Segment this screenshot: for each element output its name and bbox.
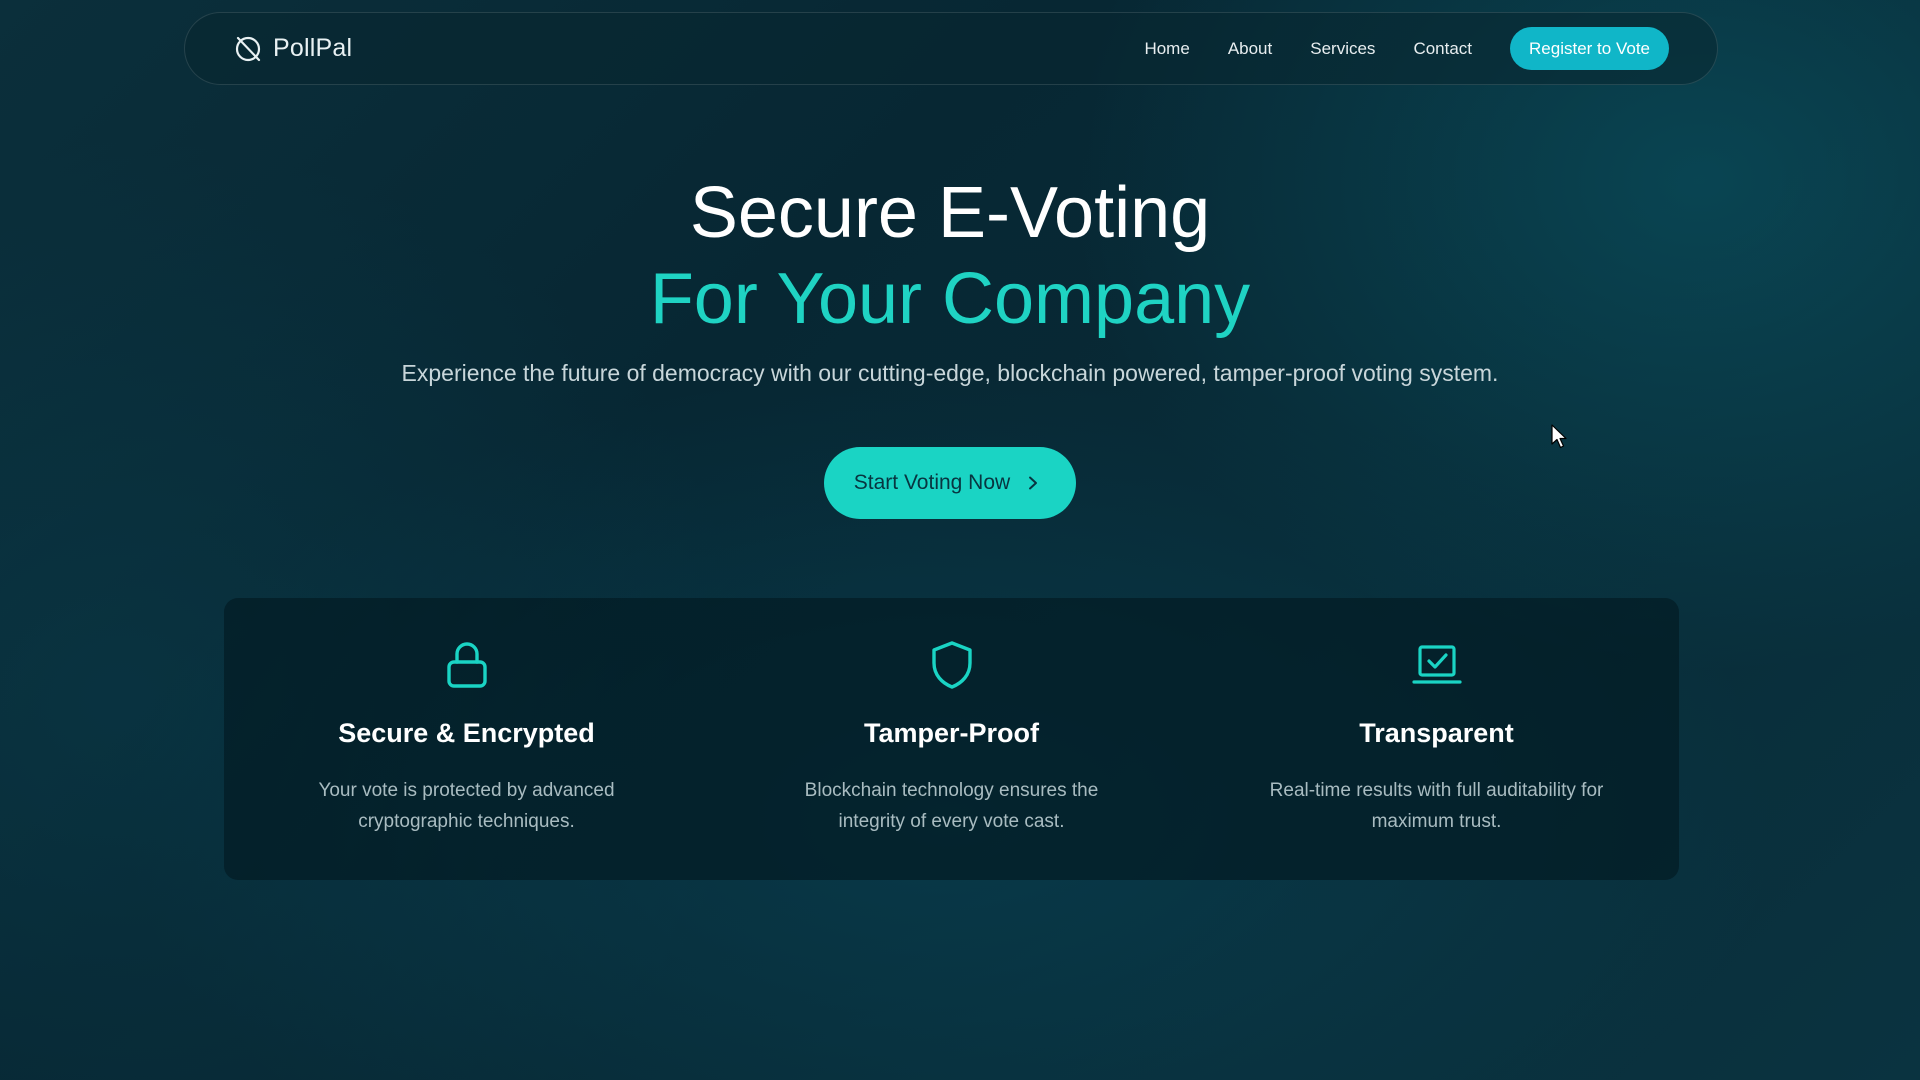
nav-menu: Home About Services Contact Register to … [1144,27,1669,70]
hero-title: Secure E-Voting [689,173,1211,253]
mouse-cursor-icon [1550,424,1568,450]
start-voting-button[interactable]: Start Voting Now [823,447,1077,519]
register-to-vote-button[interactable]: Register to Vote [1510,27,1669,70]
cta-wrap: Start Voting Now [0,447,1900,519]
feature-description: Real-time results with full auditability… [1269,780,1604,832]
feature-card-transparent: Transparent Real-time results with full … [1194,598,1679,880]
nav-link-services[interactable]: Services [1310,39,1375,59]
ballot-slash-icon [233,34,263,64]
feature-description: Your vote is protected by advanced crypt… [318,780,615,832]
hero-title-accent: For Your Company [649,259,1251,339]
feature-title: Tamper-Proof [863,718,1039,748]
nav-link-home[interactable]: Home [1144,39,1189,59]
chevron-right-icon [1026,476,1040,490]
feature-card-secure: Secure & Encrypted Your vote is protecte… [224,598,709,880]
hero-section: Secure E-Voting For Your Company Experie… [0,170,1900,519]
start-voting-label: Start Voting Now [853,471,1011,494]
nav-link-about[interactable]: About [1228,39,1272,59]
feature-title: Transparent [1359,718,1514,748]
navbar: PollPal Home About Services Contact Regi… [184,12,1718,85]
laptop-check-icon [1410,638,1464,692]
lock-icon [440,638,494,692]
feature-description: Blockchain technology ensures the integr… [804,780,1099,832]
hero-subtitle: Experience the future of democracy with … [401,360,1499,386]
nav-link-contact[interactable]: Contact [1413,39,1472,59]
feature-title: Secure & Encrypted [338,718,595,748]
brand-logo[interactable]: PollPal [233,34,352,64]
shield-icon [925,638,979,692]
features-panel: Secure & Encrypted Your vote is protecte… [224,598,1679,880]
feature-card-tamper-proof: Tamper-Proof Blockchain technology ensur… [709,598,1194,880]
brand-name: PollPal [273,34,353,62]
